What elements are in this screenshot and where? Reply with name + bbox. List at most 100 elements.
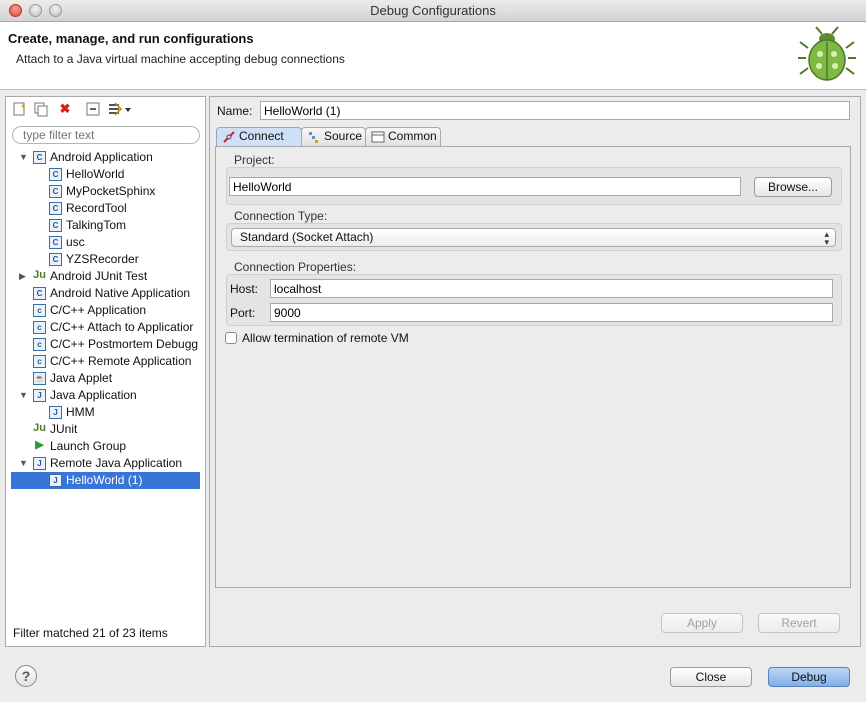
launch-group-icon: ▶ xyxy=(35,439,44,451)
tree-item-label: TalkingTom xyxy=(66,218,127,232)
tree-item[interactable]: Ju JUnit xyxy=(6,421,205,438)
select-arrows-icon: ▴ ▾ xyxy=(824,229,829,247)
tree-item[interactable]: c C/C++ Postmortem Debugg xyxy=(6,336,205,353)
junit-icon: Ju xyxy=(33,422,46,434)
filter-input[interactable] xyxy=(12,126,200,144)
expanded-arrow-icon[interactable]: ▼ xyxy=(19,455,29,472)
java-app-icon: J xyxy=(49,406,62,419)
connection-properties-label: Connection Properties: xyxy=(234,260,357,274)
applet-icon: ☕ xyxy=(33,372,46,385)
allow-termination-checkbox[interactable] xyxy=(225,332,237,344)
collapse-all-icon[interactable] xyxy=(85,101,101,117)
tree-item-label: C/C++ Remote Application xyxy=(50,354,192,368)
filter-menu-icon[interactable] xyxy=(107,101,133,117)
android-app-icon: C xyxy=(49,168,62,181)
revert-button[interactable]: Revert xyxy=(758,613,840,633)
source-icon xyxy=(307,130,321,144)
project-label: Project: xyxy=(234,153,275,167)
tab-common-label: Common xyxy=(388,129,437,143)
project-group: Browse... xyxy=(226,167,842,205)
collapsed-arrow-icon[interactable]: ▶ xyxy=(19,268,29,285)
android-app-icon: C xyxy=(49,219,62,232)
remote-java-icon: J xyxy=(33,457,46,470)
duplicate-config-icon[interactable] xyxy=(33,101,49,117)
tree-item-label: usc xyxy=(66,235,85,249)
tab-connect-label: Connect xyxy=(239,129,284,143)
tab-connect[interactable]: Connect xyxy=(216,127,302,146)
tree-item[interactable]: C RecordTool xyxy=(6,200,205,217)
java-app-icon: J xyxy=(33,389,46,402)
help-icon[interactable]: ? xyxy=(15,665,37,687)
expanded-arrow-icon[interactable]: ▼ xyxy=(19,387,29,404)
tree-item[interactable]: C TalkingTom xyxy=(6,217,205,234)
tree-item-label: C/C++ Application xyxy=(50,303,147,317)
tree-item-label: YZSRecorder xyxy=(66,252,139,266)
window-title: Debug Configurations xyxy=(370,3,496,18)
tree-item[interactable]: ▼ J Remote Java Application xyxy=(6,455,205,472)
new-config-icon[interactable]: ✦ xyxy=(11,101,27,117)
browse-button[interactable]: Browse... xyxy=(754,177,832,197)
android-app-icon: C xyxy=(33,151,46,164)
c-app-icon: c xyxy=(33,355,46,368)
connection-type-value: Standard (Socket Attach) xyxy=(240,230,374,244)
expanded-arrow-icon[interactable]: ▼ xyxy=(19,149,29,166)
configuration-editor-pane: Name: Connect Source Common Project: Bro… xyxy=(209,96,861,647)
tree-item[interactable]: C Android Native Application xyxy=(6,285,205,302)
tree-item[interactable]: C YZSRecorder xyxy=(6,251,205,268)
tree-item-label: HelloWorld xyxy=(66,167,125,181)
android-app-icon: C xyxy=(33,287,46,300)
delete-config-icon[interactable]: ✖ xyxy=(57,101,73,117)
debug-button[interactable]: Debug xyxy=(768,667,850,687)
tree-item[interactable]: ▼ C Android Application xyxy=(6,149,205,166)
tree-item[interactable]: c C/C++ Application xyxy=(6,302,205,319)
filter-status: Filter matched 21 of 23 items xyxy=(13,626,168,640)
connect-tab-panel: Project: Browse... Connection Type: Stan… xyxy=(215,146,851,588)
svg-text:✦: ✦ xyxy=(20,102,27,111)
tree-item-label: MyPocketSphinx xyxy=(66,184,156,198)
tab-common[interactable]: Common xyxy=(365,127,441,146)
c-app-icon: c xyxy=(33,321,46,334)
title-bar: Debug Configurations xyxy=(0,0,866,22)
close-button[interactable]: Close xyxy=(670,667,752,687)
remote-java-icon: J xyxy=(49,474,62,487)
tree-item[interactable]: C HelloWorld xyxy=(6,166,205,183)
tree-item[interactable]: c C/C++ Attach to Applicatior xyxy=(6,319,205,336)
android-app-icon: C xyxy=(49,202,62,215)
tree-item-label: C/C++ Postmortem Debugg xyxy=(50,337,199,351)
connect-icon xyxy=(222,130,236,144)
allow-termination-label: Allow termination of remote VM xyxy=(242,331,409,345)
common-icon xyxy=(371,130,385,144)
tree-item-label: Java Applet xyxy=(50,371,113,385)
project-input[interactable] xyxy=(229,177,741,196)
tree-item[interactable]: ▶ Ju Android JUnit Test xyxy=(6,268,205,285)
tree-item-label: Launch Group xyxy=(50,439,127,453)
name-label: Name: xyxy=(217,104,253,118)
c-app-icon: c xyxy=(33,338,46,351)
connection-type-select[interactable]: Standard (Socket Attach) ▴ ▾ xyxy=(231,228,836,247)
tree-item[interactable]: ▶ Launch Group xyxy=(6,438,205,455)
connection-properties-group: Host: Port: xyxy=(226,274,842,326)
port-input[interactable] xyxy=(270,303,833,322)
tree-item[interactable]: C MyPocketSphinx xyxy=(6,183,205,200)
tree-item[interactable]: c C/C++ Remote Application xyxy=(6,353,205,370)
android-app-icon: C xyxy=(49,185,62,198)
tab-source[interactable]: Source xyxy=(301,127,366,146)
tree-item-label: C/C++ Attach to Applicatior xyxy=(50,320,194,334)
tree-item-label: Android JUnit Test xyxy=(50,269,148,283)
apply-button[interactable]: Apply xyxy=(661,613,743,633)
tree-item[interactable]: Cusc xyxy=(6,234,205,251)
android-app-icon: C xyxy=(49,236,62,249)
connection-type-group: Standard (Socket Attach) ▴ ▾ xyxy=(226,223,842,251)
tree-item-label: Java Application xyxy=(50,388,137,402)
host-input[interactable] xyxy=(270,279,833,298)
tree-item-label: Android Application xyxy=(50,150,153,164)
port-label: Port: xyxy=(230,306,256,320)
name-input[interactable] xyxy=(260,101,850,120)
junit-icon: Ju xyxy=(33,269,46,281)
tree-item[interactable]: J HelloWorld (1) xyxy=(11,472,200,489)
tree-item[interactable]: ▼ J Java Application xyxy=(6,387,205,404)
tree-item[interactable]: J HMM xyxy=(6,404,205,421)
tree-item[interactable]: ☕ Java Applet xyxy=(6,370,205,387)
tree-item-label: Remote Java Application xyxy=(50,456,183,470)
header-subtitle: Attach to a Java virtual machine accepti… xyxy=(16,52,345,66)
